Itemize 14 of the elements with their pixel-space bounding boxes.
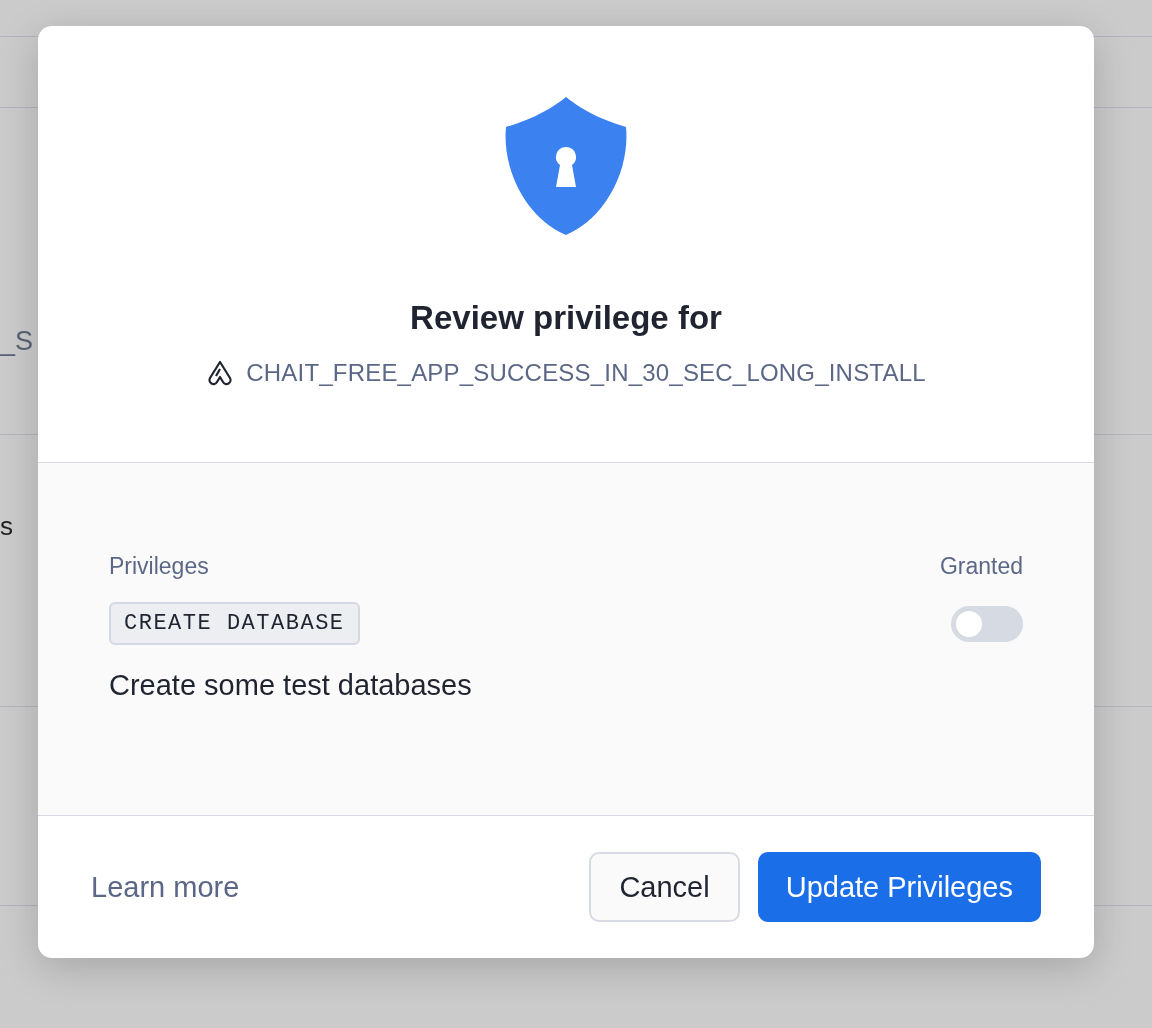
background-text: s: [0, 511, 14, 542]
app-logo-icon: [206, 359, 235, 387]
privilege-tag: CREATE DATABASE: [109, 602, 360, 645]
dialog-title: Review privilege for: [410, 299, 722, 337]
learn-more-link[interactable]: Learn more: [91, 870, 240, 904]
column-header: Granted: [939, 553, 1023, 580]
update-button[interactable]: Update Privileges: [757, 852, 1041, 922]
app-name: CHAIT_FREE_APP_SUCCESS_IN_30_SEC_LONG_INSTALL: [246, 359, 926, 387]
background-text: _S: [0, 326, 35, 357]
privilege-description: Create some test databases: [109, 669, 473, 702]
cancel-button[interactable]: Cancel: [589, 852, 740, 922]
shield-lock-icon: [504, 97, 628, 235]
toggle-switch[interactable]: [951, 605, 1023, 642]
column-header: Privileges: [109, 553, 209, 580]
